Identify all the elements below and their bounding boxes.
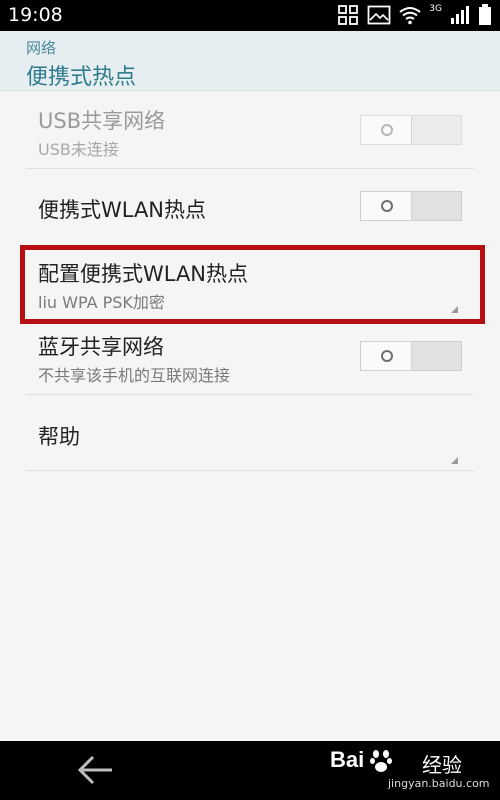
bluetooth-tethering-toggle[interactable] <box>360 341 462 371</box>
toggle-knob <box>361 342 412 370</box>
corner-arrow-icon <box>451 457 458 464</box>
bluetooth-tethering-title: 蓝牙共享网络 <box>38 335 164 359</box>
signal-icon <box>451 6 469 24</box>
navigation-bar: Bai 经验 jingyan.baidu.com <box>0 741 500 800</box>
watermark-brand: Bai <box>330 747 365 772</box>
status-time: 19:08 <box>8 4 63 26</box>
usb-tethering-row: USB共享网络 USB未连接 <box>26 91 474 169</box>
status-icons: 3G <box>337 4 492 26</box>
baidu-watermark: Bai 经验 jingyan.baidu.com <box>330 747 490 795</box>
toggle-knob <box>361 192 412 220</box>
usb-tethering-subtitle: USB未连接 <box>38 140 119 159</box>
watermark-url: jingyan.baidu.com <box>388 777 490 790</box>
wifi-icon <box>399 7 421 25</box>
image-notification-icon <box>367 5 391 25</box>
toggle-off-indicator-icon <box>381 200 393 212</box>
help-title: 帮助 <box>38 425 80 449</box>
page-header: 网络 便携式热点 <box>0 31 500 91</box>
wlan-hotspot-toggle[interactable] <box>360 191 462 221</box>
network-type-label: 3G <box>429 4 442 14</box>
toggle-off-indicator-icon <box>381 350 393 362</box>
bluetooth-tethering-subtitle: 不共享该手机的互联网连接 <box>38 366 231 385</box>
bluetooth-tethering-row[interactable]: 蓝牙共享网络 不共享该手机的互联网连接 <box>26 325 474 395</box>
paw-logo-icon <box>370 750 392 772</box>
back-arrow-icon[interactable] <box>76 753 116 787</box>
toggle-off-indicator-icon <box>381 124 393 136</box>
usb-tethering-toggle <box>360 115 462 145</box>
toggle-knob <box>361 116 412 144</box>
highlight-annotation <box>20 245 485 324</box>
usb-tethering-title: USB共享网络 <box>38 109 166 133</box>
battery-icon <box>479 4 491 25</box>
breadcrumb-parent[interactable]: 网络 <box>26 37 56 58</box>
watermark-suffix: 经验 <box>422 753 462 777</box>
wlan-hotspot-row[interactable]: 便携式WLAN热点 <box>26 169 474 247</box>
app-grid-icon <box>338 5 359 25</box>
page-title: 便携式热点 <box>26 65 137 90</box>
wlan-hotspot-title: 便携式WLAN热点 <box>38 198 207 222</box>
help-row[interactable]: 帮助 <box>26 395 474 471</box>
status-bar: 19:08 3G <box>0 0 500 31</box>
